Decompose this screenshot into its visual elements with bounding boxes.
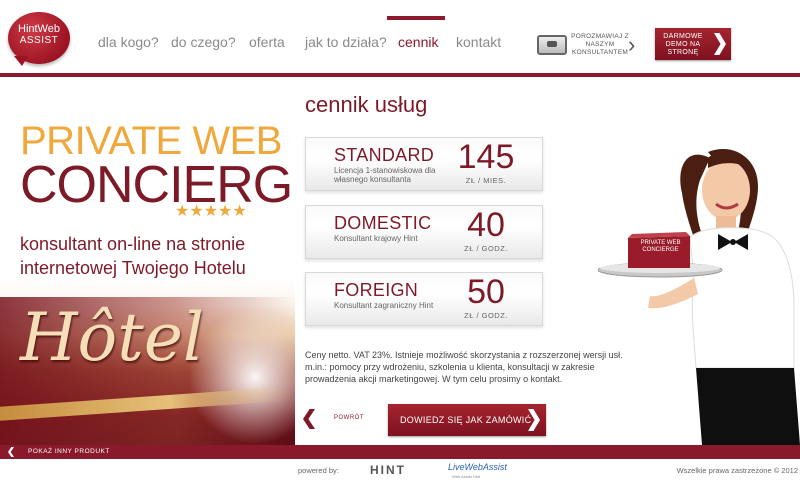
- nav-item-oferta[interactable]: oferta: [249, 34, 285, 50]
- nav-item-do-czego[interactable]: do czego?: [171, 34, 236, 50]
- plan-price: 40: [467, 206, 505, 244]
- plan-name: DOMESTIC: [334, 213, 432, 233]
- copyright-text: Wszelkie prawa zastrzeżone © 2012: [676, 466, 798, 475]
- plan-name: STANDARD: [334, 145, 435, 165]
- pricing-note: Ceny netto. VAT 23%. Istnieje możliwość …: [305, 350, 623, 384]
- tray-card-line2: CONCIERGE: [642, 247, 679, 253]
- page: HintWeb ASSIST dla kogo? do czego? ofert…: [0, 0, 800, 500]
- plan-price: 50: [467, 273, 505, 311]
- logo-top-text: HintWeb: [18, 23, 60, 35]
- five-stars-icon: ★★★★★: [175, 203, 247, 220]
- plan-description: Konsultant krajowy Hint: [334, 234, 418, 243]
- tray-card-line1: PRIVATE WEB: [640, 240, 681, 246]
- hero-tagline: konsultant on-line na stronie internetow…: [20, 234, 246, 278]
- nav-item-jak-to-dziala[interactable]: jak to działa?: [305, 34, 387, 50]
- tray-card-label: PRIVATE WEB CONCIERGE: [633, 240, 688, 254]
- chat-with-consultant-link[interactable]: POROZMAWIAJ Z NASZYM KONSULTANTEM: [570, 33, 630, 57]
- plan-name: FOREIGN: [334, 280, 419, 300]
- header: HintWeb ASSIST dla kogo? do czego? ofert…: [0, 0, 800, 74]
- pricing-title: cennik usług: [305, 92, 428, 117]
- hero-banner: Hôtel PRIVATE WEB CONCIERGE ★★★★★ konsul…: [0, 77, 295, 445]
- plan-unit: ZŁ / GODZ.: [464, 244, 508, 253]
- plan-unit: ZŁ / MIES.: [465, 176, 507, 185]
- hotel-sign-text: Hôtel: [20, 299, 204, 376]
- free-demo-button[interactable]: DARMOWE DEMO NA STRONĘ: [655, 28, 731, 60]
- arrow-right-icon: [714, 33, 726, 55]
- powered-by-label: powered by:: [298, 466, 339, 475]
- chevron-right-icon[interactable]: ›: [628, 34, 635, 56]
- nav-item-cennik[interactable]: cennik: [398, 34, 438, 50]
- hero-light-glow: [190, 307, 295, 445]
- show-other-product-link[interactable]: POKAŻ INNY PRODUKT: [28, 448, 110, 455]
- logo-bottom-text: ASSIST: [19, 35, 59, 46]
- hint-logo[interactable]: HINT: [370, 463, 406, 477]
- plan-description: Konsultant zagraniczny Hint: [334, 301, 434, 310]
- waitress-illustration: [598, 149, 800, 445]
- plan-description: Licencja 1-stanowiskowa dla własnego kon…: [334, 166, 436, 184]
- chat-icon[interactable]: [537, 35, 567, 55]
- plan-unit: ZŁ / GODZ.: [464, 311, 508, 320]
- how-to-order-label: DOWIEDZ SIĘ JAK ZAMÓWIĆ: [400, 415, 532, 425]
- logo-bubble-tail: [14, 56, 28, 66]
- plan-card-domestic: DOMESTIC Konsultant krajowy Hint 40 ZŁ /…: [305, 205, 543, 259]
- back-link[interactable]: POWRÓT: [334, 415, 364, 421]
- nav-item-kontakt[interactable]: kontakt: [456, 34, 501, 50]
- plan-card-standard: STANDARD Licencja 1-stanowiskowa dla wła…: [305, 137, 543, 191]
- livewebassist-logo-sub: Web Assist Hint: [452, 474, 480, 479]
- hero-title-line2: CONCIERGE: [20, 156, 295, 214]
- free-demo-label: DARMOWE DEMO NA STRONĘ: [663, 33, 703, 56]
- footer-bar: [0, 445, 800, 459]
- back-chevron-icon[interactable]: [303, 409, 315, 429]
- plan-card-foreign: FOREIGN Konsultant zagraniczny Hint 50 Z…: [305, 272, 543, 326]
- how-to-order-button[interactable]: DOWIEDZ SIĘ JAK ZAMÓWIĆ: [388, 404, 546, 436]
- nav-item-dla-kogo[interactable]: dla kogo?: [98, 34, 159, 50]
- livewebassist-logo[interactable]: LiveWebAssist: [448, 462, 507, 472]
- nav-active-indicator: [387, 16, 445, 20]
- plan-price: 145: [457, 138, 515, 176]
